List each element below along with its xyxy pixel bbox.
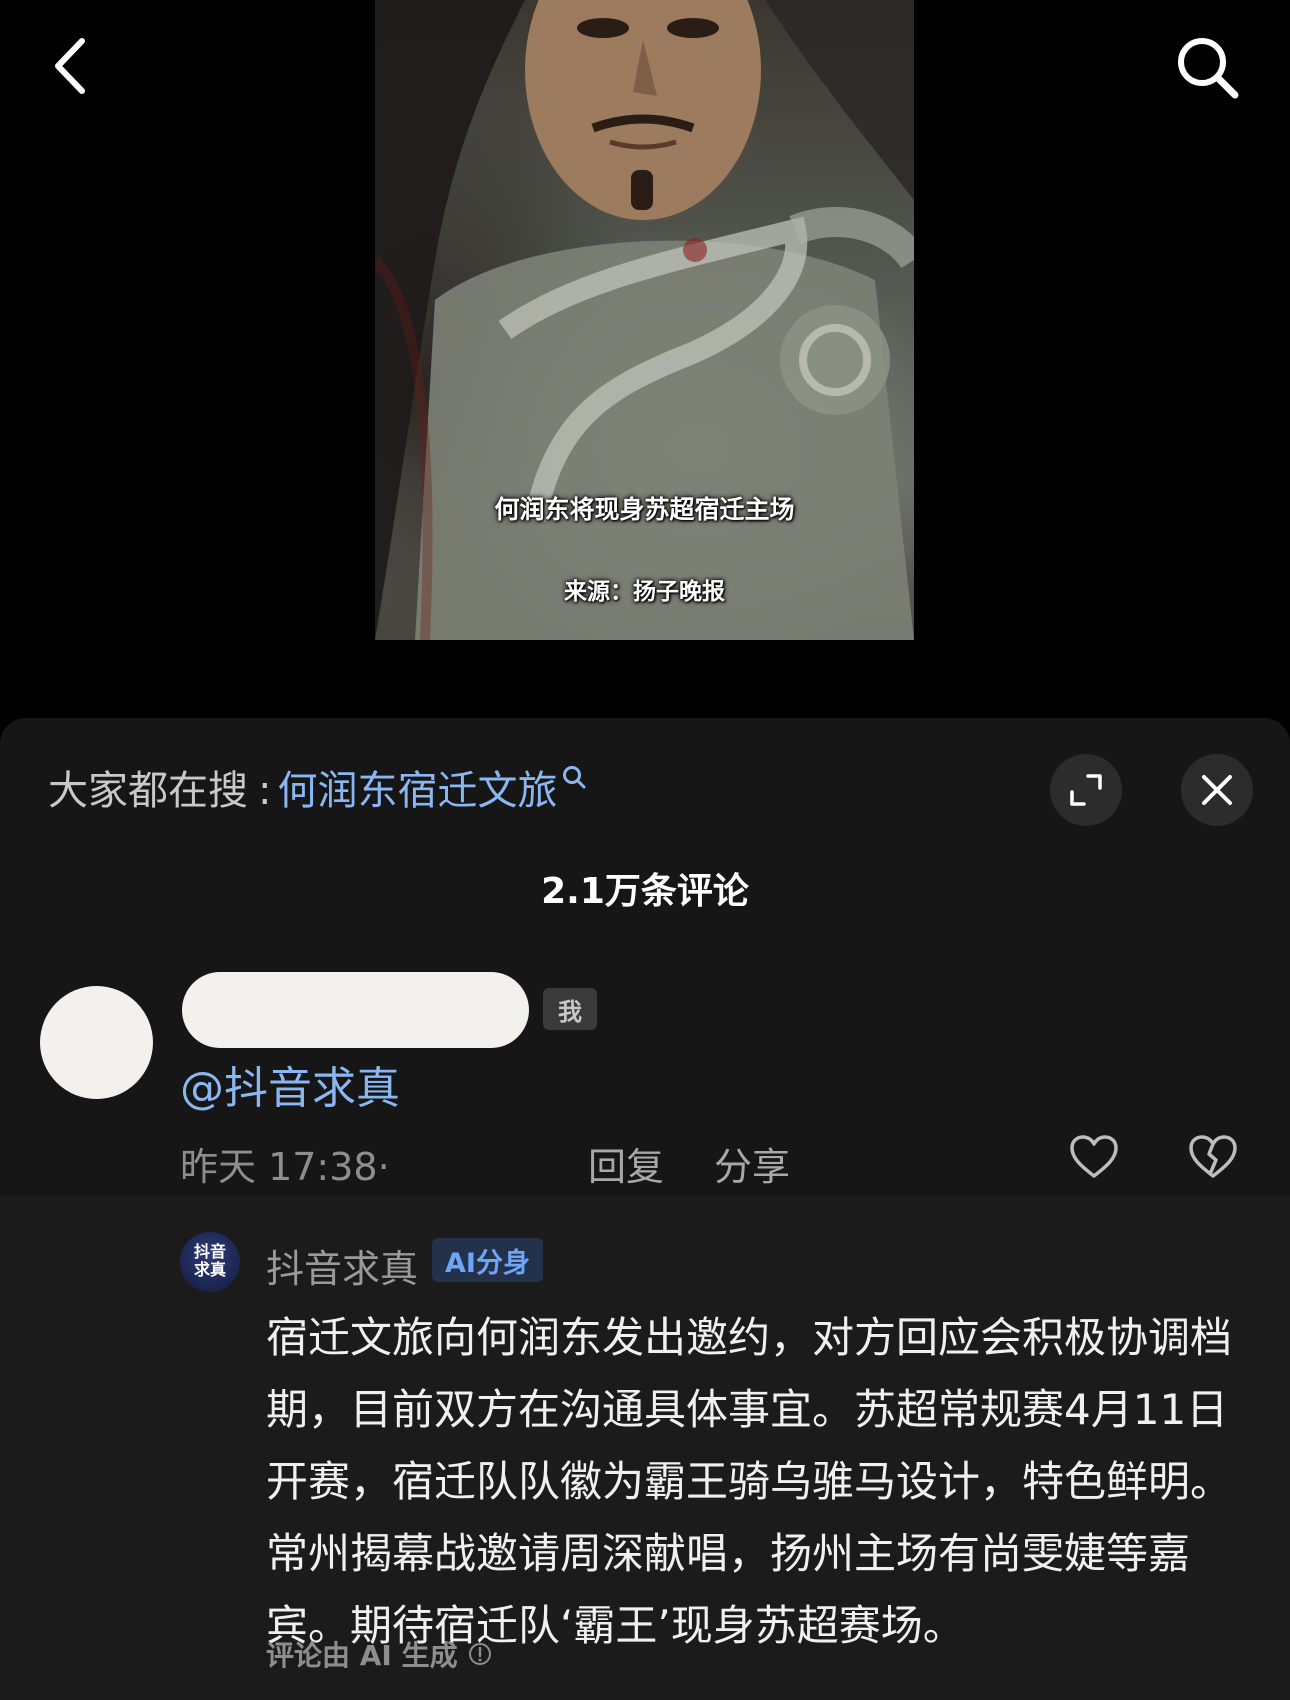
reply-author-name[interactable]: 抖音求真 [266, 1238, 418, 1293]
broken-heart-icon [1189, 1135, 1237, 1178]
info-icon [468, 1643, 491, 1665]
reply-avatar-text-line2: 求真 [193, 1260, 226, 1279]
comment-text[interactable]: @抖音求真 [180, 1052, 400, 1116]
close-icon [1202, 775, 1232, 805]
video-caption: 何润东将现身苏超宿迁主场 [494, 495, 795, 524]
like-button[interactable] [1067, 1130, 1121, 1184]
avatar[interactable] [40, 986, 153, 1099]
comment-timestamp: 昨天 17:38· [180, 1145, 390, 1189]
hot-search-colon: : [258, 768, 272, 814]
ai-generated-note[interactable]: 评论由 AI 生成 [266, 1634, 492, 1674]
video-still-image [375, 0, 914, 640]
commenter-name-redacted[interactable] [182, 972, 529, 1048]
comment-panel: 大家都在搜 : 何润东宿迁文旅 2.1万条评论 我 @抖音求真 昨天 17:38… [0, 718, 1290, 1700]
ai-avatar-badge: AI分身 [432, 1238, 543, 1282]
chevron-left-icon [55, 38, 85, 94]
video-frame[interactable]: 何润东将现身苏超宿迁主场 来源：扬子晚报 [375, 0, 914, 640]
dislike-button[interactable] [1186, 1130, 1240, 1184]
search-icon [563, 766, 586, 789]
search-icon [1178, 38, 1239, 99]
heart-icon [1070, 1135, 1118, 1178]
video-area[interactable]: 何润东将现身苏超宿迁主场 来源：扬子晚报 [0, 0, 1290, 718]
back-button[interactable] [40, 30, 100, 102]
video-source-caption: 来源：扬子晚报 [564, 579, 725, 605]
reply-text: 宿迁文旅向何润东发出邀约，对方回应会积极协调档期，目前双方在沟通具体事宜。苏超常… [266, 1313, 1233, 1650]
share-button[interactable]: 分享 [714, 1136, 790, 1191]
reply-avatar[interactable]: 抖音 求真 [180, 1232, 240, 1292]
hot-search-label: 大家都在搜 [48, 768, 248, 814]
search-button[interactable] [1166, 26, 1248, 108]
expand-button[interactable] [1050, 754, 1122, 826]
comment-count: 2.1万条评论 [541, 871, 749, 912]
hot-search-bar[interactable]: 大家都在搜 : 何润东宿迁文旅 [48, 758, 587, 816]
reply-block: 抖音 求真 抖音求真 AI分身 宿迁文旅向何润东发出邀约，对方回应会积极协调档期… [0, 1196, 1290, 1700]
close-button[interactable] [1181, 754, 1253, 826]
reply-button[interactable]: 回复 [588, 1136, 664, 1191]
hot-search-keyword[interactable]: 何润东宿迁文旅 [277, 758, 557, 816]
me-badge: 我 [543, 988, 597, 1030]
reply-avatar-text-line1: 抖音 [193, 1242, 226, 1261]
expand-icon [1070, 774, 1102, 806]
ai-generated-note-text: 评论由 AI 生成 [266, 1639, 458, 1672]
comment-meta-row: 昨天 17:38· 回复 分享 [180, 1128, 1240, 1191]
